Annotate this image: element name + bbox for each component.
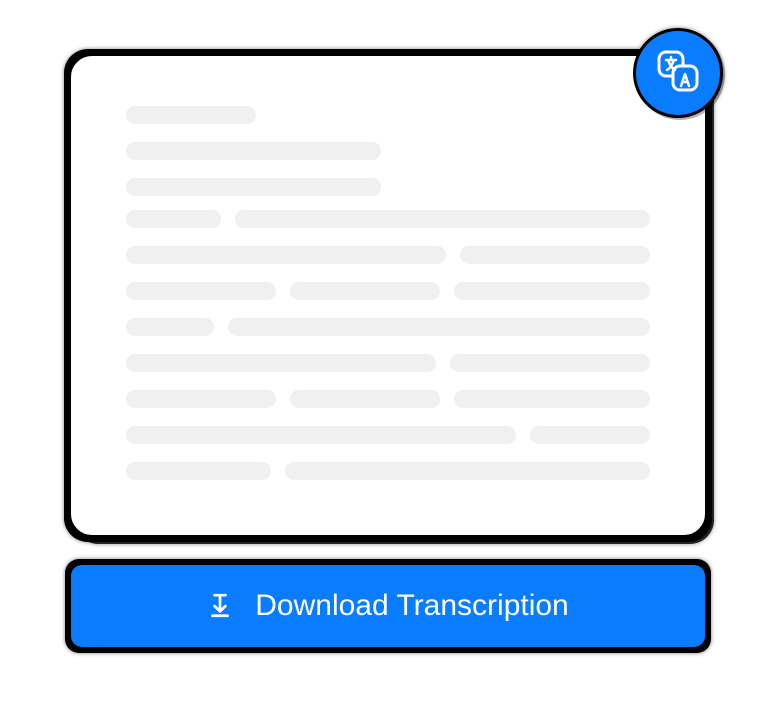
skeleton-line (126, 246, 446, 264)
skeleton-line (126, 282, 276, 300)
skeleton-line (126, 426, 516, 444)
skeleton-line (235, 210, 650, 228)
skeleton-line (454, 390, 650, 408)
download-to-line-icon (207, 593, 233, 619)
transcription-header-skeleton (126, 106, 650, 196)
skeleton-line (126, 354, 436, 372)
skeleton-line (290, 390, 440, 408)
skeleton-line (126, 318, 214, 336)
skeleton-line (126, 178, 381, 196)
transcription-body-skeleton (126, 210, 650, 480)
transcription-card (68, 53, 708, 538)
skeleton-line (126, 210, 221, 228)
skeleton-line (126, 142, 381, 160)
skeleton-line (126, 390, 276, 408)
translate-badge[interactable] (633, 28, 723, 118)
download-button-label: Download Transcription (255, 589, 569, 623)
translate-icon (653, 46, 703, 100)
download-transcription-button[interactable]: Download Transcription (68, 562, 708, 650)
skeleton-line (228, 318, 650, 336)
skeleton-line (285, 462, 650, 480)
skeleton-line (460, 246, 650, 264)
skeleton-line (126, 462, 271, 480)
skeleton-line (530, 426, 650, 444)
skeleton-line (290, 282, 440, 300)
skeleton-line (454, 282, 650, 300)
skeleton-line (126, 106, 256, 124)
skeleton-line (450, 354, 650, 372)
